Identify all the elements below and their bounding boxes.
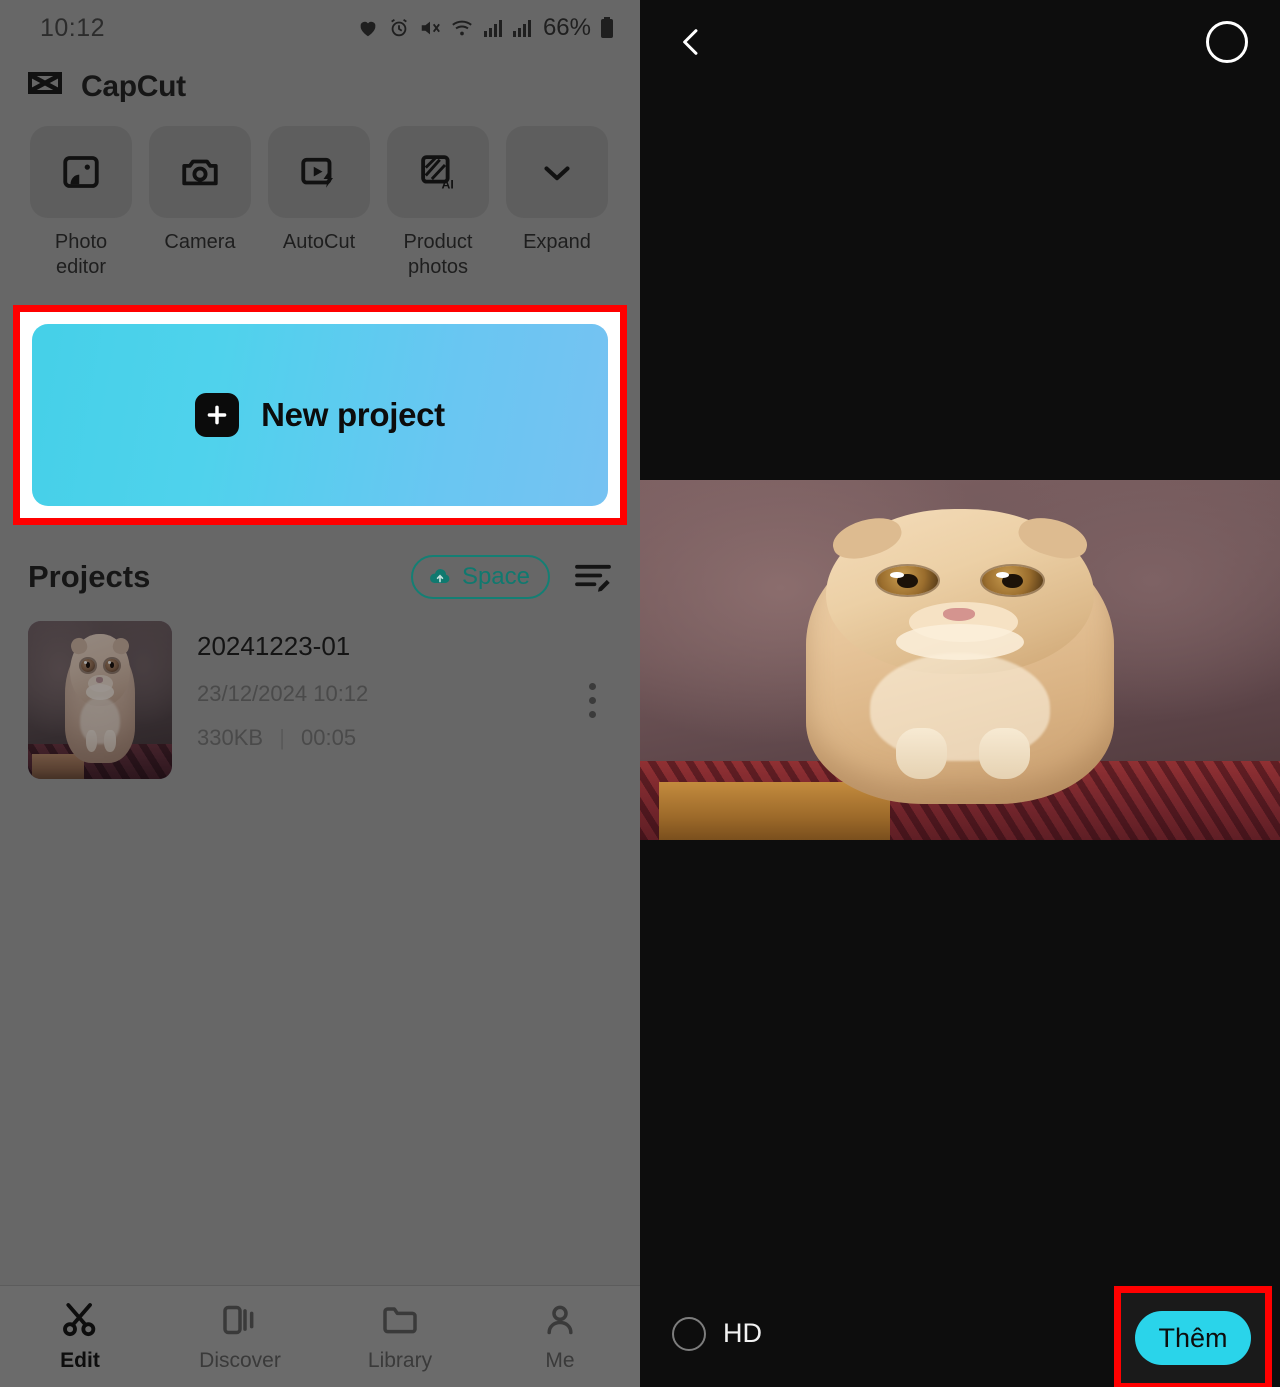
tool-expand-label: Expand [523, 231, 591, 253]
cloud-upload-icon [429, 569, 450, 583]
nav-item-discover[interactable]: Discover [160, 1300, 320, 1373]
mute-icon [421, 21, 440, 35]
plus-icon-box [195, 393, 240, 437]
photo-editor-icon [63, 156, 99, 188]
project-size: 330KB [197, 725, 264, 750]
hd-label: HD [723, 1318, 762, 1348]
preview-header [640, 0, 1280, 84]
hd-radio-button[interactable] [672, 1316, 706, 1351]
project-meta-separator: | [279, 725, 285, 750]
battery-icon [601, 17, 613, 38]
heart-icon [360, 21, 376, 37]
project-info: 20241223-01 23/12/2024 10:12 330KB | 00:… [172, 621, 572, 751]
tool-photo-editor-label: Photo editor [54, 231, 108, 278]
nav-item-library[interactable]: Library [320, 1300, 480, 1373]
battery-percent-label: 66% [542, 14, 591, 41]
tool-photo-editor-tile[interactable] [30, 126, 132, 218]
more-vertical-icon[interactable] [572, 621, 612, 718]
capcut-home-screen: 10:12 66% CapCut Photo editor Camera Aut… [0, 0, 640, 1387]
project-duration: 00:05 [301, 725, 357, 750]
preview-image[interactable] [640, 480, 1280, 840]
edit-list-icon[interactable] [574, 561, 612, 593]
cat-photo [640, 480, 1280, 840]
project-list-item[interactable]: 20241223-01 23/12/2024 10:12 330KB | 00:… [0, 599, 640, 779]
tool-camera[interactable]: Camera [149, 126, 251, 280]
media-preview-screen: HD Thêm [640, 0, 1280, 1387]
tool-product-photos-tile[interactable]: AI [387, 126, 489, 218]
thumbnail-image [28, 621, 172, 779]
app-brand-name: CapCut [81, 70, 186, 103]
wifi-icon [452, 20, 472, 36]
space-button-label: Space [461, 563, 530, 590]
dual-screenshot-container: 10:12 66% CapCut Photo editor Camera Aut… [0, 0, 1280, 1387]
nav-item-library-label: Library [367, 1349, 433, 1372]
project-meta: 330KB | 00:05 [197, 725, 572, 751]
chevron-down-icon [544, 166, 570, 181]
capcut-logo-icon [28, 72, 62, 94]
tool-autocut-label: AutoCut [282, 231, 356, 253]
select-circle-icon[interactable] [1206, 21, 1248, 63]
nav-item-me-label: Me [545, 1349, 575, 1372]
scissors-icon [63, 1303, 96, 1337]
project-thumbnail[interactable] [28, 621, 172, 779]
autocut-icon [301, 157, 333, 188]
new-project-highlight-box: New project [13, 305, 627, 525]
status-bar-icons: 66% [357, 14, 614, 42]
nav-item-discover-label: Discover [199, 1349, 281, 1372]
add-button-label: Thêm [1158, 1322, 1228, 1353]
project-date: 23/12/2024 10:12 [197, 681, 369, 706]
tool-photo-editor[interactable]: Photo editor [30, 126, 132, 280]
add-button-highlight-box: Thêm [1114, 1286, 1272, 1387]
discover-icon [223, 1305, 254, 1335]
tool-camera-label: Camera [164, 231, 236, 253]
signal-icon [483, 20, 502, 37]
nav-item-edit-label: Edit [60, 1349, 100, 1372]
bottom-navigation: Edit Discover Library Me [0, 1285, 640, 1387]
status-bar-time: 10:12 [40, 13, 106, 42]
tool-autocut-tile[interactable] [268, 126, 370, 218]
folder-icon [383, 1307, 417, 1334]
projects-title: Projects [28, 559, 151, 594]
camera-icon [182, 159, 218, 186]
new-project-label: New project [261, 396, 445, 433]
person-icon [547, 1305, 573, 1335]
tool-camera-tile[interactable] [149, 126, 251, 218]
nav-item-me[interactable]: Me [480, 1300, 640, 1373]
preview-bottom-bar: HD Thêm [640, 1280, 1280, 1387]
space-button[interactable]: Space [410, 555, 550, 599]
tool-shortcuts-row: Photo editor Camera AutoCut AI Product p… [0, 104, 640, 280]
svg-text:AI: AI [442, 177, 454, 191]
plus-icon [207, 405, 227, 425]
project-name: 20241223-01 [197, 631, 351, 661]
tool-product-photos[interactable]: AI Product photos [387, 126, 489, 280]
chevron-left-icon[interactable] [674, 20, 708, 64]
projects-header: Projects Space [0, 525, 640, 599]
projects-actions: Space [410, 555, 612, 599]
new-project-button[interactable]: New project [32, 324, 608, 506]
alarm-icon [391, 18, 407, 37]
tool-expand[interactable]: Expand [506, 126, 608, 280]
status-bar: 10:12 66% [0, 0, 640, 56]
tool-autocut[interactable]: AutoCut [268, 126, 370, 280]
tool-product-photos-label: Product photos [403, 231, 473, 278]
add-button[interactable]: Thêm [1135, 1311, 1251, 1365]
product-photos-ai-icon: AI [421, 155, 454, 191]
app-brand: CapCut [0, 56, 640, 104]
nav-item-edit[interactable]: Edit [0, 1300, 160, 1373]
signal-icon [512, 20, 531, 37]
tool-expand-tile[interactable] [506, 126, 608, 218]
